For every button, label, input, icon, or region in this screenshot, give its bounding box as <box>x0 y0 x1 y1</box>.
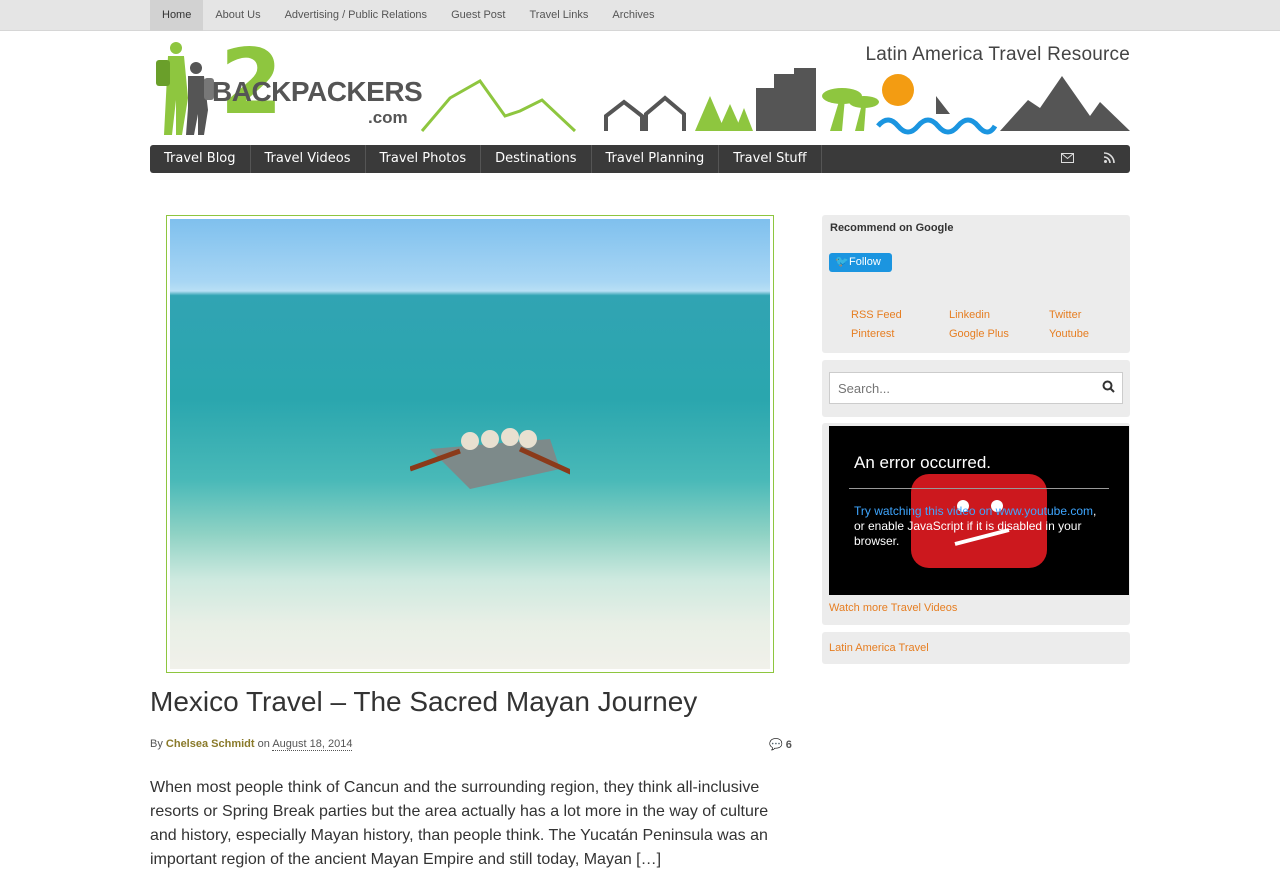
latin-america-widget: Latin America Travel <box>822 632 1130 664</box>
dark-mountains <box>1000 76 1130 131</box>
nav-travel-videos[interactable]: Travel Videos <box>251 145 366 173</box>
nav-travel-stuff[interactable]: Travel Stuff <box>719 145 822 173</box>
social-link-youtube[interactable]: Youtube <box>1049 327 1121 342</box>
featured-image-frame[interactable] <box>166 215 774 673</box>
follow-label: Follow <box>849 256 881 268</box>
comments-count[interactable]: 💬 6 <box>769 738 792 751</box>
nav-travel-planning[interactable]: Travel Planning <box>592 145 720 173</box>
author-link[interactable]: Chelsea Schmidt <box>166 738 255 750</box>
houses-icon <box>604 95 686 131</box>
youtube-link[interactable]: Try watching this video on www.youtube.c… <box>854 504 1093 518</box>
rss-icon[interactable] <box>1102 152 1116 166</box>
waves-icon <box>876 117 998 135</box>
video-player[interactable]: An error occurred. Try watching this vid… <box>829 426 1129 595</box>
social-link-google-plus[interactable]: Google Plus <box>949 327 1049 342</box>
top-nav-guest-post[interactable]: Guest Post <box>439 0 517 31</box>
meta-on: on <box>257 738 270 750</box>
top-nav-travel-links[interactable]: Travel Links <box>517 0 600 31</box>
social-link-twitter[interactable]: Twitter <box>1049 308 1121 323</box>
search-widget <box>822 360 1130 417</box>
main-nav: Travel Blog Travel Videos Travel Photos … <box>150 145 1130 173</box>
backpackers-illustration <box>156 42 214 135</box>
canoe-image <box>410 428 570 489</box>
nav-travel-photos[interactable]: Travel Photos <box>366 145 482 173</box>
recommend-title: Recommend on Google <box>830 222 954 234</box>
sun-icon <box>882 74 914 106</box>
comment-count-value: 6 <box>785 739 792 751</box>
top-bar: Home About Us Advertising / Public Relat… <box>0 0 1280 31</box>
search-icon[interactable] <box>1102 380 1115 396</box>
top-nav-advertising[interactable]: Advertising / Public Relations <box>273 0 439 31</box>
top-nav-home[interactable]: Home <box>150 0 204 31</box>
envelope-icon[interactable] <box>1060 152 1074 166</box>
watch-more-videos-link[interactable]: Watch more Travel Videos <box>829 602 957 614</box>
top-nav-about-us[interactable]: About Us <box>203 0 272 31</box>
video-error-title: An error occurred. <box>854 453 991 472</box>
trees-icon <box>695 96 753 131</box>
social-link-linkedin[interactable]: Linkedin <box>949 308 1049 323</box>
nav-destinations[interactable]: Destinations <box>481 145 592 173</box>
social-link-rss[interactable]: RSS Feed <box>851 308 949 323</box>
video-widget: An error occurred. Try watching this vid… <box>822 423 1130 625</box>
article-excerpt: When most people think of Cancun and the… <box>150 779 769 868</box>
logo-name[interactable]: BACKPACKERS <box>212 76 423 108</box>
green-mountains <box>420 79 577 133</box>
nav-icons <box>1060 145 1116 173</box>
site-tagline: Latin America Travel Resource <box>865 44 1130 65</box>
palm-trees-icon <box>822 88 879 131</box>
article-meta: By Chelsea Schmidt on August 18, 2014 <box>150 738 353 751</box>
comment-icon: 💬 <box>769 739 783 751</box>
meta-by: By <box>150 738 163 750</box>
twitter-follow-button[interactable]: 🐦 Follow <box>829 253 892 272</box>
sailboat-icon <box>936 96 950 114</box>
nav-travel-blog[interactable]: Travel Blog <box>150 145 251 173</box>
city-icon <box>756 68 816 131</box>
video-error-message: Try watching this video on www.youtube.c… <box>854 504 1104 549</box>
latin-america-travel-link[interactable]: Latin America Travel <box>829 642 929 654</box>
top-nav-archives[interactable]: Archives <box>600 0 666 31</box>
social-link-pinterest[interactable]: Pinterest <box>851 327 949 342</box>
search-input[interactable] <box>829 372 1123 404</box>
logo-domain: .com <box>368 108 408 127</box>
twitter-bird-icon: 🐦 <box>835 256 849 268</box>
featured-image[interactable] <box>170 219 770 669</box>
site-header: 2 BACKPACKERS .com Latin America Travel … <box>150 38 1130 136</box>
social-links: RSS Feed Linkedin Twitter Pinterest Goog… <box>851 308 1121 342</box>
social-widget: Recommend on Google 🐦 Follow RSS Feed Li… <box>822 215 1130 353</box>
post-date: August 18, 2014 <box>272 738 353 751</box>
article-title[interactable]: Mexico Travel – The Sacred Mayan Journey <box>150 686 697 718</box>
video-divider <box>849 488 1109 489</box>
top-nav: Home About Us Advertising / Public Relat… <box>150 0 667 31</box>
